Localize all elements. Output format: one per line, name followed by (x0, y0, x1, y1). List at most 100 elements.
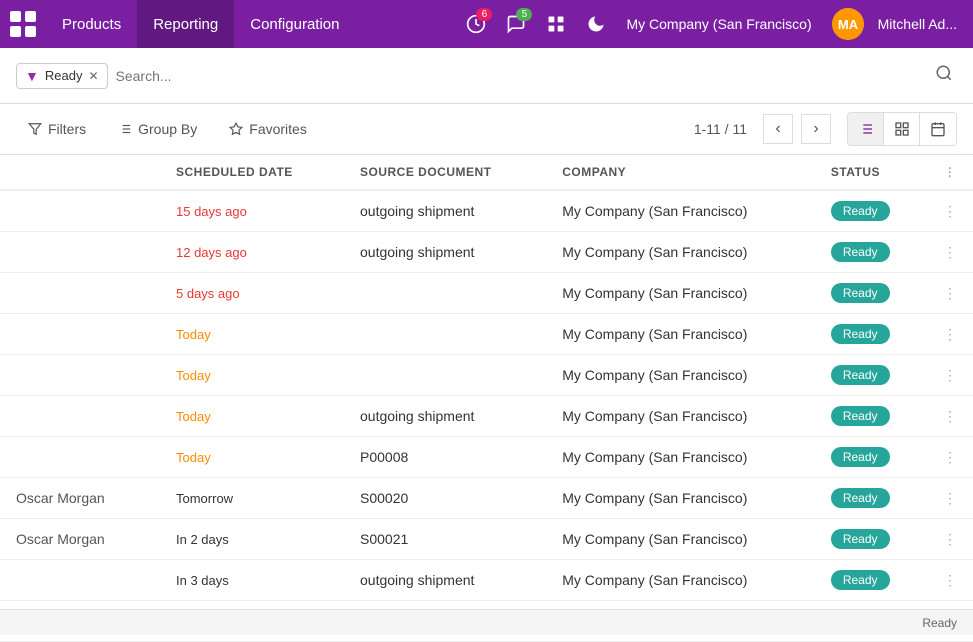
table-row[interactable]: Today My Company (San Francisco) Ready ⋮ (0, 314, 973, 355)
activity-icon-btn[interactable]: 6 (458, 6, 494, 42)
status-badge: Ready (831, 406, 890, 426)
status-badge: Ready (831, 324, 890, 344)
nav-item-reporting[interactable]: Reporting (137, 0, 234, 48)
cell-company: My Company (San Francisco) (546, 190, 815, 232)
avatar-image: MA (832, 8, 864, 40)
company-selector[interactable]: My Company (San Francisco) (614, 0, 823, 48)
filter-tag-ready: ▼ Ready ✕ (16, 63, 108, 89)
table-row[interactable]: Today outgoing shipment My Company (San … (0, 396, 973, 437)
cell-company: My Company (San Francisco) (546, 273, 815, 314)
records-table: SCHEDULED DATE SOURCE DOCUMENT COMPANY S… (0, 155, 973, 642)
cell-status: Ready (815, 355, 927, 396)
list-view-button[interactable] (848, 113, 884, 145)
cell-company: My Company (San Francisco) (546, 560, 815, 601)
navbar: Products Reporting Configuration 6 5 (0, 0, 973, 48)
cell-company: My Company (San Francisco) (546, 355, 815, 396)
cell-contact (0, 232, 160, 273)
table-header-row: SCHEDULED DATE SOURCE DOCUMENT COMPANY S… (0, 155, 973, 190)
user-avatar[interactable]: MA Mitchell Ad... (824, 6, 965, 42)
status-badge: Ready (831, 365, 890, 385)
toolbar: Filters Group By Favorites 1-11 / 11 ‹ › (0, 104, 973, 155)
cell-status: Ready (815, 437, 927, 478)
chat-icon-btn[interactable]: 5 (498, 6, 534, 42)
cell-status: Ready (815, 560, 927, 601)
grid-icon-btn[interactable] (538, 6, 574, 42)
svg-text:MA: MA (838, 17, 859, 32)
table-row[interactable]: 15 days ago outgoing shipment My Company… (0, 190, 973, 232)
cell-company: My Company (San Francisco) (546, 437, 815, 478)
cell-company: My Company (San Francisco) (546, 478, 815, 519)
filter-tag-label: Ready (45, 68, 83, 83)
search-input[interactable] (116, 68, 924, 84)
table-row[interactable]: Oscar Morgan Tomorrow S00020 My Company … (0, 478, 973, 519)
status-badge: Ready (831, 242, 890, 262)
company-name: My Company (San Francisco) (626, 16, 811, 32)
cell-scheduled-date: 5 days ago (160, 273, 344, 314)
col-header-actions: ⋮ (927, 155, 973, 190)
search-button[interactable] (931, 60, 957, 91)
prev-page-button[interactable]: ‹ (763, 114, 793, 144)
group-by-button[interactable]: Group By (106, 115, 209, 143)
cell-status: Ready (815, 396, 927, 437)
cell-contact (0, 190, 160, 232)
cell-company: My Company (San Francisco) (546, 519, 815, 560)
cell-source-document: outgoing shipment (344, 232, 546, 273)
cell-source-document (344, 314, 546, 355)
brand-logo[interactable] (8, 9, 38, 39)
table-row[interactable]: 12 days ago outgoing shipment My Company… (0, 232, 973, 273)
cell-actions[interactable]: ⋮ (927, 314, 973, 355)
favorites-button[interactable]: Favorites (217, 115, 319, 143)
table-row[interactable]: 5 days ago My Company (San Francisco) Re… (0, 273, 973, 314)
nav-item-products[interactable]: Products (46, 0, 137, 48)
cell-actions[interactable]: ⋮ (927, 190, 973, 232)
table-row[interactable]: Today My Company (San Francisco) Ready ⋮ (0, 355, 973, 396)
status-badge: Ready (831, 201, 890, 221)
cell-actions[interactable]: ⋮ (927, 232, 973, 273)
moon-icon-btn[interactable] (578, 6, 614, 42)
cell-actions[interactable]: ⋮ (927, 355, 973, 396)
table-row[interactable]: Oscar Morgan In 2 days S00021 My Company… (0, 519, 973, 560)
calendar-view-button[interactable] (920, 113, 956, 145)
cell-actions[interactable]: ⋮ (927, 560, 973, 601)
filters-button[interactable]: Filters (16, 115, 98, 143)
col-header-company[interactable]: COMPANY (546, 155, 815, 190)
status-bar-label: Ready (922, 616, 957, 630)
next-page-button[interactable]: › (801, 114, 831, 144)
cell-contact: Oscar Morgan (0, 519, 160, 560)
cell-scheduled-date: Today (160, 437, 344, 478)
table-row[interactable]: Today P00008 My Company (San Francisco) … (0, 437, 973, 478)
cell-contact (0, 355, 160, 396)
nav-item-configuration[interactable]: Configuration (234, 0, 355, 48)
cell-actions[interactable]: ⋮ (927, 437, 973, 478)
pagination-info: 1-11 / 11 (686, 121, 755, 137)
cell-actions[interactable]: ⋮ (927, 478, 973, 519)
favorites-label: Favorites (249, 121, 307, 137)
cell-scheduled-date: Tomorrow (160, 478, 344, 519)
cell-contact (0, 437, 160, 478)
col-header-status[interactable]: STATUS (815, 155, 927, 190)
cell-scheduled-date: In 3 days (160, 560, 344, 601)
view-buttons (847, 112, 957, 146)
cell-source-document (344, 355, 546, 396)
cell-company: My Company (San Francisco) (546, 314, 815, 355)
cell-actions[interactable]: ⋮ (927, 519, 973, 560)
cell-contact: Oscar Morgan (0, 478, 160, 519)
kanban-view-button[interactable] (884, 113, 920, 145)
col-header-scheduled-date[interactable]: SCHEDULED DATE (160, 155, 344, 190)
cell-scheduled-date: 15 days ago (160, 190, 344, 232)
status-badge: Ready (831, 529, 890, 549)
cell-status: Ready (815, 190, 927, 232)
cell-contact (0, 273, 160, 314)
cell-source-document: outgoing shipment (344, 396, 546, 437)
cell-actions[interactable]: ⋮ (927, 396, 973, 437)
group-by-label: Group By (138, 121, 197, 137)
col-header-source-document[interactable]: SOURCE DOCUMENT (344, 155, 546, 190)
cell-scheduled-date: 12 days ago (160, 232, 344, 273)
cell-status: Ready (815, 232, 927, 273)
cell-company: My Company (San Francisco) (546, 232, 815, 273)
cell-actions[interactable]: ⋮ (927, 273, 973, 314)
filter-remove-icon[interactable]: ✕ (88, 69, 98, 83)
cell-status: Ready (815, 273, 927, 314)
table-row[interactable]: In 3 days outgoing shipment My Company (… (0, 560, 973, 601)
cell-status: Ready (815, 478, 927, 519)
